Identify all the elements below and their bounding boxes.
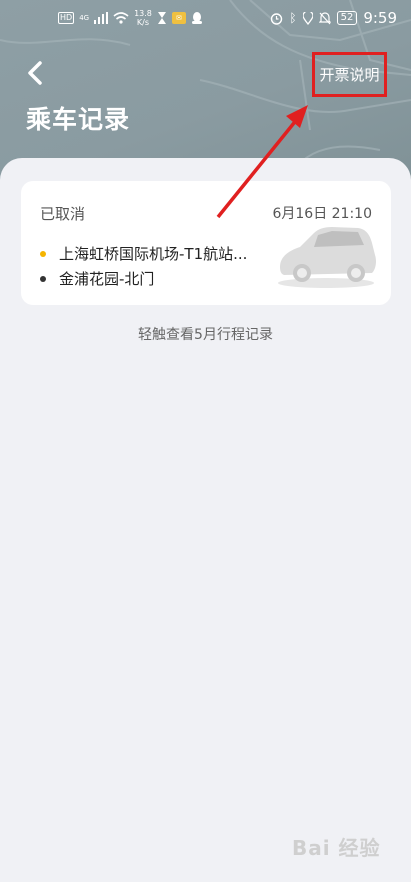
mute-icon <box>318 11 331 24</box>
watermark: Bai 经验 <box>292 836 381 860</box>
qq-icon <box>191 11 202 24</box>
clock: 9:59 <box>363 9 397 27</box>
location-icon <box>302 11 313 25</box>
trip-date: 6月16日 21:10 <box>272 206 372 222</box>
hd-badge: HD <box>58 12 75 24</box>
app-notification-icon: ✉ <box>171 12 186 24</box>
car-icon <box>278 227 376 288</box>
network-speed: 13.8 K/s <box>134 9 152 27</box>
trip-status: 已取消 <box>40 205 86 223</box>
status-bar: HD 4G 13.8 K/s ✉ ᛒ 52 9:59 <box>0 0 411 36</box>
trip-origin: 上海虹桥国际机场-T1航站... <box>40 243 280 264</box>
back-icon[interactable] <box>24 60 48 86</box>
origin-label: 上海虹桥国际机场-T1航站... <box>59 245 248 263</box>
battery-icon: 52 <box>336 11 358 25</box>
wifi-icon <box>113 12 129 24</box>
alarm-icon <box>271 12 283 25</box>
destination-dot-icon <box>40 275 46 282</box>
previous-month-link[interactable]: 轻触查看5月行程记录 <box>0 324 411 344</box>
network-type: 4G <box>79 13 90 22</box>
invoice-instructions-link[interactable]: 开票说明 <box>312 52 387 97</box>
trip-card[interactable]: 已取消 6月16日 21:10 上海虹桥国际机场-T1航站... 金浦花园-北门 <box>21 181 391 305</box>
signal-icon <box>94 12 109 24</box>
bluetooth-icon: ᛒ <box>289 11 297 25</box>
hourglass-icon <box>157 12 166 24</box>
trip-destination: 金浦花园-北门 <box>40 268 280 289</box>
origin-dot-icon <box>40 250 46 257</box>
page-title: 乘车记录 <box>26 105 131 134</box>
destination-label: 金浦花园-北门 <box>59 270 155 288</box>
